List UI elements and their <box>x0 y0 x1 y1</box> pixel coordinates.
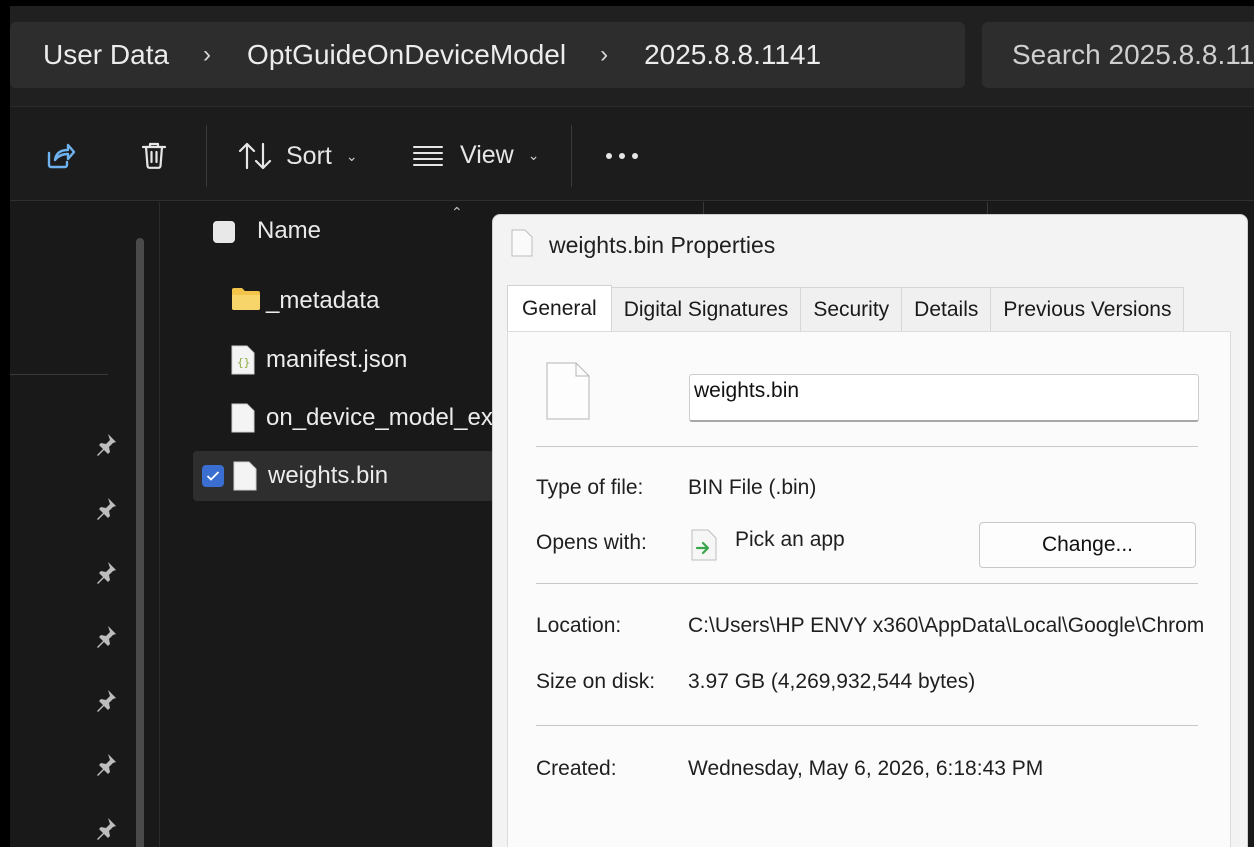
file-icon <box>511 229 533 257</box>
json-file-icon: {} <box>231 345 255 375</box>
sort-button[interactable]: Sort ⌄ <box>238 141 358 171</box>
checkmark-icon <box>206 471 220 481</box>
tab-previous-versions[interactable]: Previous Versions <box>990 287 1185 331</box>
delete-button[interactable] <box>138 139 170 171</box>
toolbar-divider <box>206 125 207 187</box>
pick-app-icon <box>691 529 717 561</box>
opens-with-label: Opens with: <box>536 531 647 554</box>
view-list-icon <box>413 145 443 166</box>
pin-icon[interactable] <box>94 688 118 712</box>
pin-icon[interactable] <box>94 496 118 520</box>
address-bar-region: User Data › OptGuideOnDeviceModel › 2025… <box>10 6 1254 106</box>
more-options-button[interactable] <box>604 151 640 161</box>
file-name-field[interactable]: weights.bin <box>689 374 1199 422</box>
size-on-disk-value: 3.97 GB (4,269,932,544 bytes) <box>688 670 976 693</box>
column-header-name[interactable]: Name <box>257 217 321 245</box>
tab-digital-signatures[interactable]: Digital Signatures <box>610 287 802 331</box>
opens-with-value: Pick an app <box>735 528 845 551</box>
tab-details[interactable]: Details <box>901 287 992 331</box>
navigation-pane <box>10 202 160 847</box>
file-row-weights[interactable]: weights.bin <box>193 451 503 501</box>
pin-icon[interactable] <box>94 752 118 776</box>
chevron-down-icon: ⌄ <box>527 147 540 163</box>
tab-general[interactable]: General <box>507 285 612 331</box>
file-icon <box>546 362 590 420</box>
breadcrumb-chevron-icon[interactable]: › <box>203 41 211 69</box>
toolbar-divider <box>571 125 572 187</box>
file-name: weights.bin <box>268 462 389 489</box>
select-all-checkbox[interactable] <box>213 221 235 243</box>
created-label: Created: <box>536 757 617 780</box>
breadcrumb[interactable]: User Data › OptGuideOnDeviceModel › 2025… <box>10 22 965 88</box>
location-label: Location: <box>536 614 622 637</box>
more-dots-icon <box>606 153 638 159</box>
file-name: manifest.json <box>266 346 408 373</box>
breadcrumb-optguide[interactable]: OptGuideOnDeviceModel <box>247 39 566 71</box>
pin-icon[interactable] <box>94 624 118 648</box>
change-button[interactable]: Change... <box>979 522 1196 568</box>
tab-security[interactable]: Security <box>800 287 903 331</box>
location-value: C:\Users\HP ENVY x360\AppData\Local\Goog… <box>688 614 1203 637</box>
type-of-file-value: BIN File (.bin) <box>688 476 817 499</box>
view-label: View <box>460 141 514 169</box>
file-name: on_device_model_exe <box>266 404 507 431</box>
chevron-down-icon: ⌄ <box>345 147 358 164</box>
file-name: _metadata <box>266 287 380 314</box>
breadcrumb-chevron-icon[interactable]: › <box>600 41 608 69</box>
file-row-metadata[interactable]: _metadata <box>191 276 501 326</box>
general-tab-panel: weights.bin Type of file: BIN File (.bin… <box>507 331 1231 847</box>
command-bar: Sort ⌄ View ⌄ <box>10 106 1254 201</box>
file-icon <box>231 403 255 433</box>
size-on-disk-label: Size on disk: <box>536 670 656 693</box>
sort-label: Sort <box>286 141 332 170</box>
created-value: Wednesday, May 6, 2026, 6:18:43 PM <box>688 757 1044 780</box>
dialog-tabs: General Digital Signatures Security Deta… <box>507 285 1185 331</box>
breadcrumb-user-data[interactable]: User Data <box>43 39 169 71</box>
file-row-on-device-model[interactable]: on_device_model_exe <box>191 393 506 443</box>
view-button[interactable]: View ⌄ <box>412 141 539 170</box>
pin-icon[interactable] <box>94 816 118 840</box>
type-of-file-label: Type of file: <box>536 476 644 499</box>
nav-divider <box>10 374 108 375</box>
divider <box>536 725 1198 726</box>
share-icon <box>47 143 76 169</box>
sort-arrows-icon <box>238 142 272 170</box>
nav-scrollbar[interactable] <box>136 238 144 847</box>
file-icon <box>233 461 257 491</box>
sort-ascending-caret-icon: ⌃ <box>451 204 463 220</box>
divider <box>536 446 1198 447</box>
dialog-title: weights.bin Properties <box>549 232 776 258</box>
pin-icon[interactable] <box>94 560 118 584</box>
svg-text:{}: {} <box>237 356 250 369</box>
pin-icon[interactable] <box>94 432 118 456</box>
trash-icon <box>141 142 167 169</box>
share-button[interactable] <box>44 139 76 171</box>
row-checkbox-checked[interactable] <box>202 465 224 487</box>
divider <box>536 583 1198 584</box>
breadcrumb-version-folder[interactable]: 2025.8.8.1141 <box>644 39 821 71</box>
folder-icon <box>232 288 260 310</box>
search-input[interactable]: Search 2025.8.8.1141 <box>982 22 1254 88</box>
properties-dialog: weights.bin Properties General Digital S… <box>492 214 1248 847</box>
file-row-manifest[interactable]: {} manifest.json <box>191 335 501 385</box>
